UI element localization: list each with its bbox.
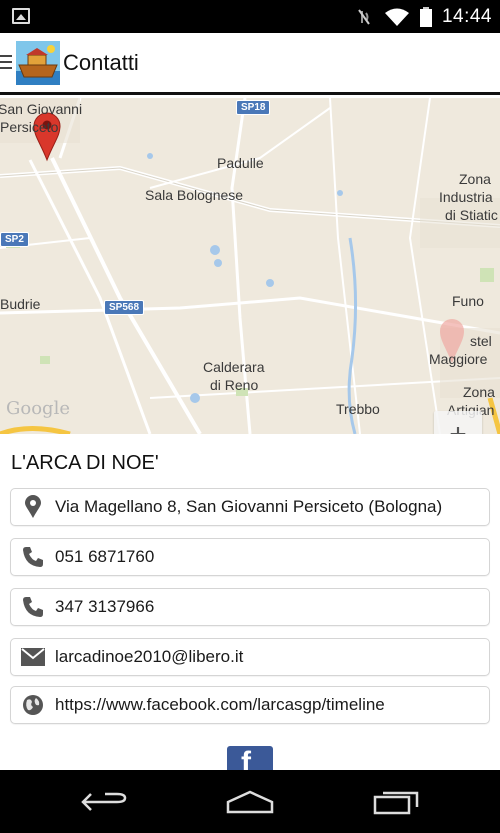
ark-logo-icon[interactable] (16, 41, 60, 85)
address-row[interactable]: Via Magellano 8, San Giovanni Persiceto … (10, 488, 490, 526)
email-row[interactable]: larcadinoe2010@libero.it (10, 638, 490, 676)
zoom-in-button[interactable]: + (434, 411, 482, 434)
map-label: Sala Bolognese (145, 187, 244, 203)
battery-icon (419, 6, 432, 27)
page-title: Contatti (63, 50, 139, 75)
wifi-icon (384, 8, 409, 26)
back-icon[interactable] (74, 784, 134, 820)
map-label: Maggiore (429, 351, 488, 367)
website-row[interactable]: https://www.facebook.com/larcasgp/timeli… (10, 686, 490, 724)
google-logo: Google (6, 398, 70, 419)
recent-apps-icon[interactable] (366, 784, 426, 820)
map-view[interactable]: San Giovanni Persiceto Padulle Sala Bolo… (0, 98, 500, 434)
map-label: Trebbo (336, 401, 380, 417)
map-label: Zona (459, 171, 491, 187)
clock: 14:44 (441, 5, 492, 27)
map-label: Padulle (217, 155, 264, 171)
email-icon (11, 639, 55, 675)
status-icons: 14:44 (354, 0, 492, 33)
email-text: larcadinoe2010@libero.it (55, 647, 244, 666)
facebook-button[interactable]: f (227, 746, 273, 770)
location-pin-icon (11, 489, 55, 525)
address-text: Via Magellano 8, San Giovanni Persiceto … (55, 497, 443, 516)
home-icon[interactable] (220, 784, 280, 820)
phone-text: 051 6871760 (55, 547, 155, 566)
road-shield: SP2 (0, 232, 29, 247)
action-bar: Contatti (0, 33, 500, 95)
map-label: Calderara (203, 359, 265, 375)
website-text: https://www.facebook.com/larcasgp/timeli… (55, 695, 385, 714)
zoom-controls: + − (434, 411, 482, 434)
map-label: San Giovanni (0, 101, 83, 117)
road-shield: SP18 (236, 100, 271, 115)
status-bar: 14:44 (0, 0, 500, 33)
map-label: Persiceto (0, 119, 59, 135)
map-label: stel (470, 333, 492, 349)
facebook-icon: f (241, 746, 251, 770)
navigation-bar (0, 770, 500, 833)
mute-icon (358, 8, 370, 25)
phone-icon (11, 539, 55, 575)
road-shield: SP568 (104, 300, 145, 315)
phone-row-1[interactable]: 051 6871760 (10, 538, 490, 576)
phone-text: 347 3137966 (55, 597, 155, 616)
map-label: Funo (452, 293, 484, 309)
map-label: Industria (439, 189, 493, 205)
map-label: Budrie (0, 296, 41, 312)
hamburger-menu-icon[interactable] (0, 55, 12, 71)
map-label: di Reno (210, 377, 259, 393)
phone-icon (11, 589, 55, 625)
image-icon (12, 8, 30, 24)
globe-icon (11, 687, 55, 723)
map-label: Zona (463, 384, 495, 400)
phone-row-2[interactable]: 347 3137966 (10, 588, 490, 626)
business-name: L'ARCA DI NOE' (11, 452, 159, 474)
map-label: di Stiatic (445, 207, 498, 223)
